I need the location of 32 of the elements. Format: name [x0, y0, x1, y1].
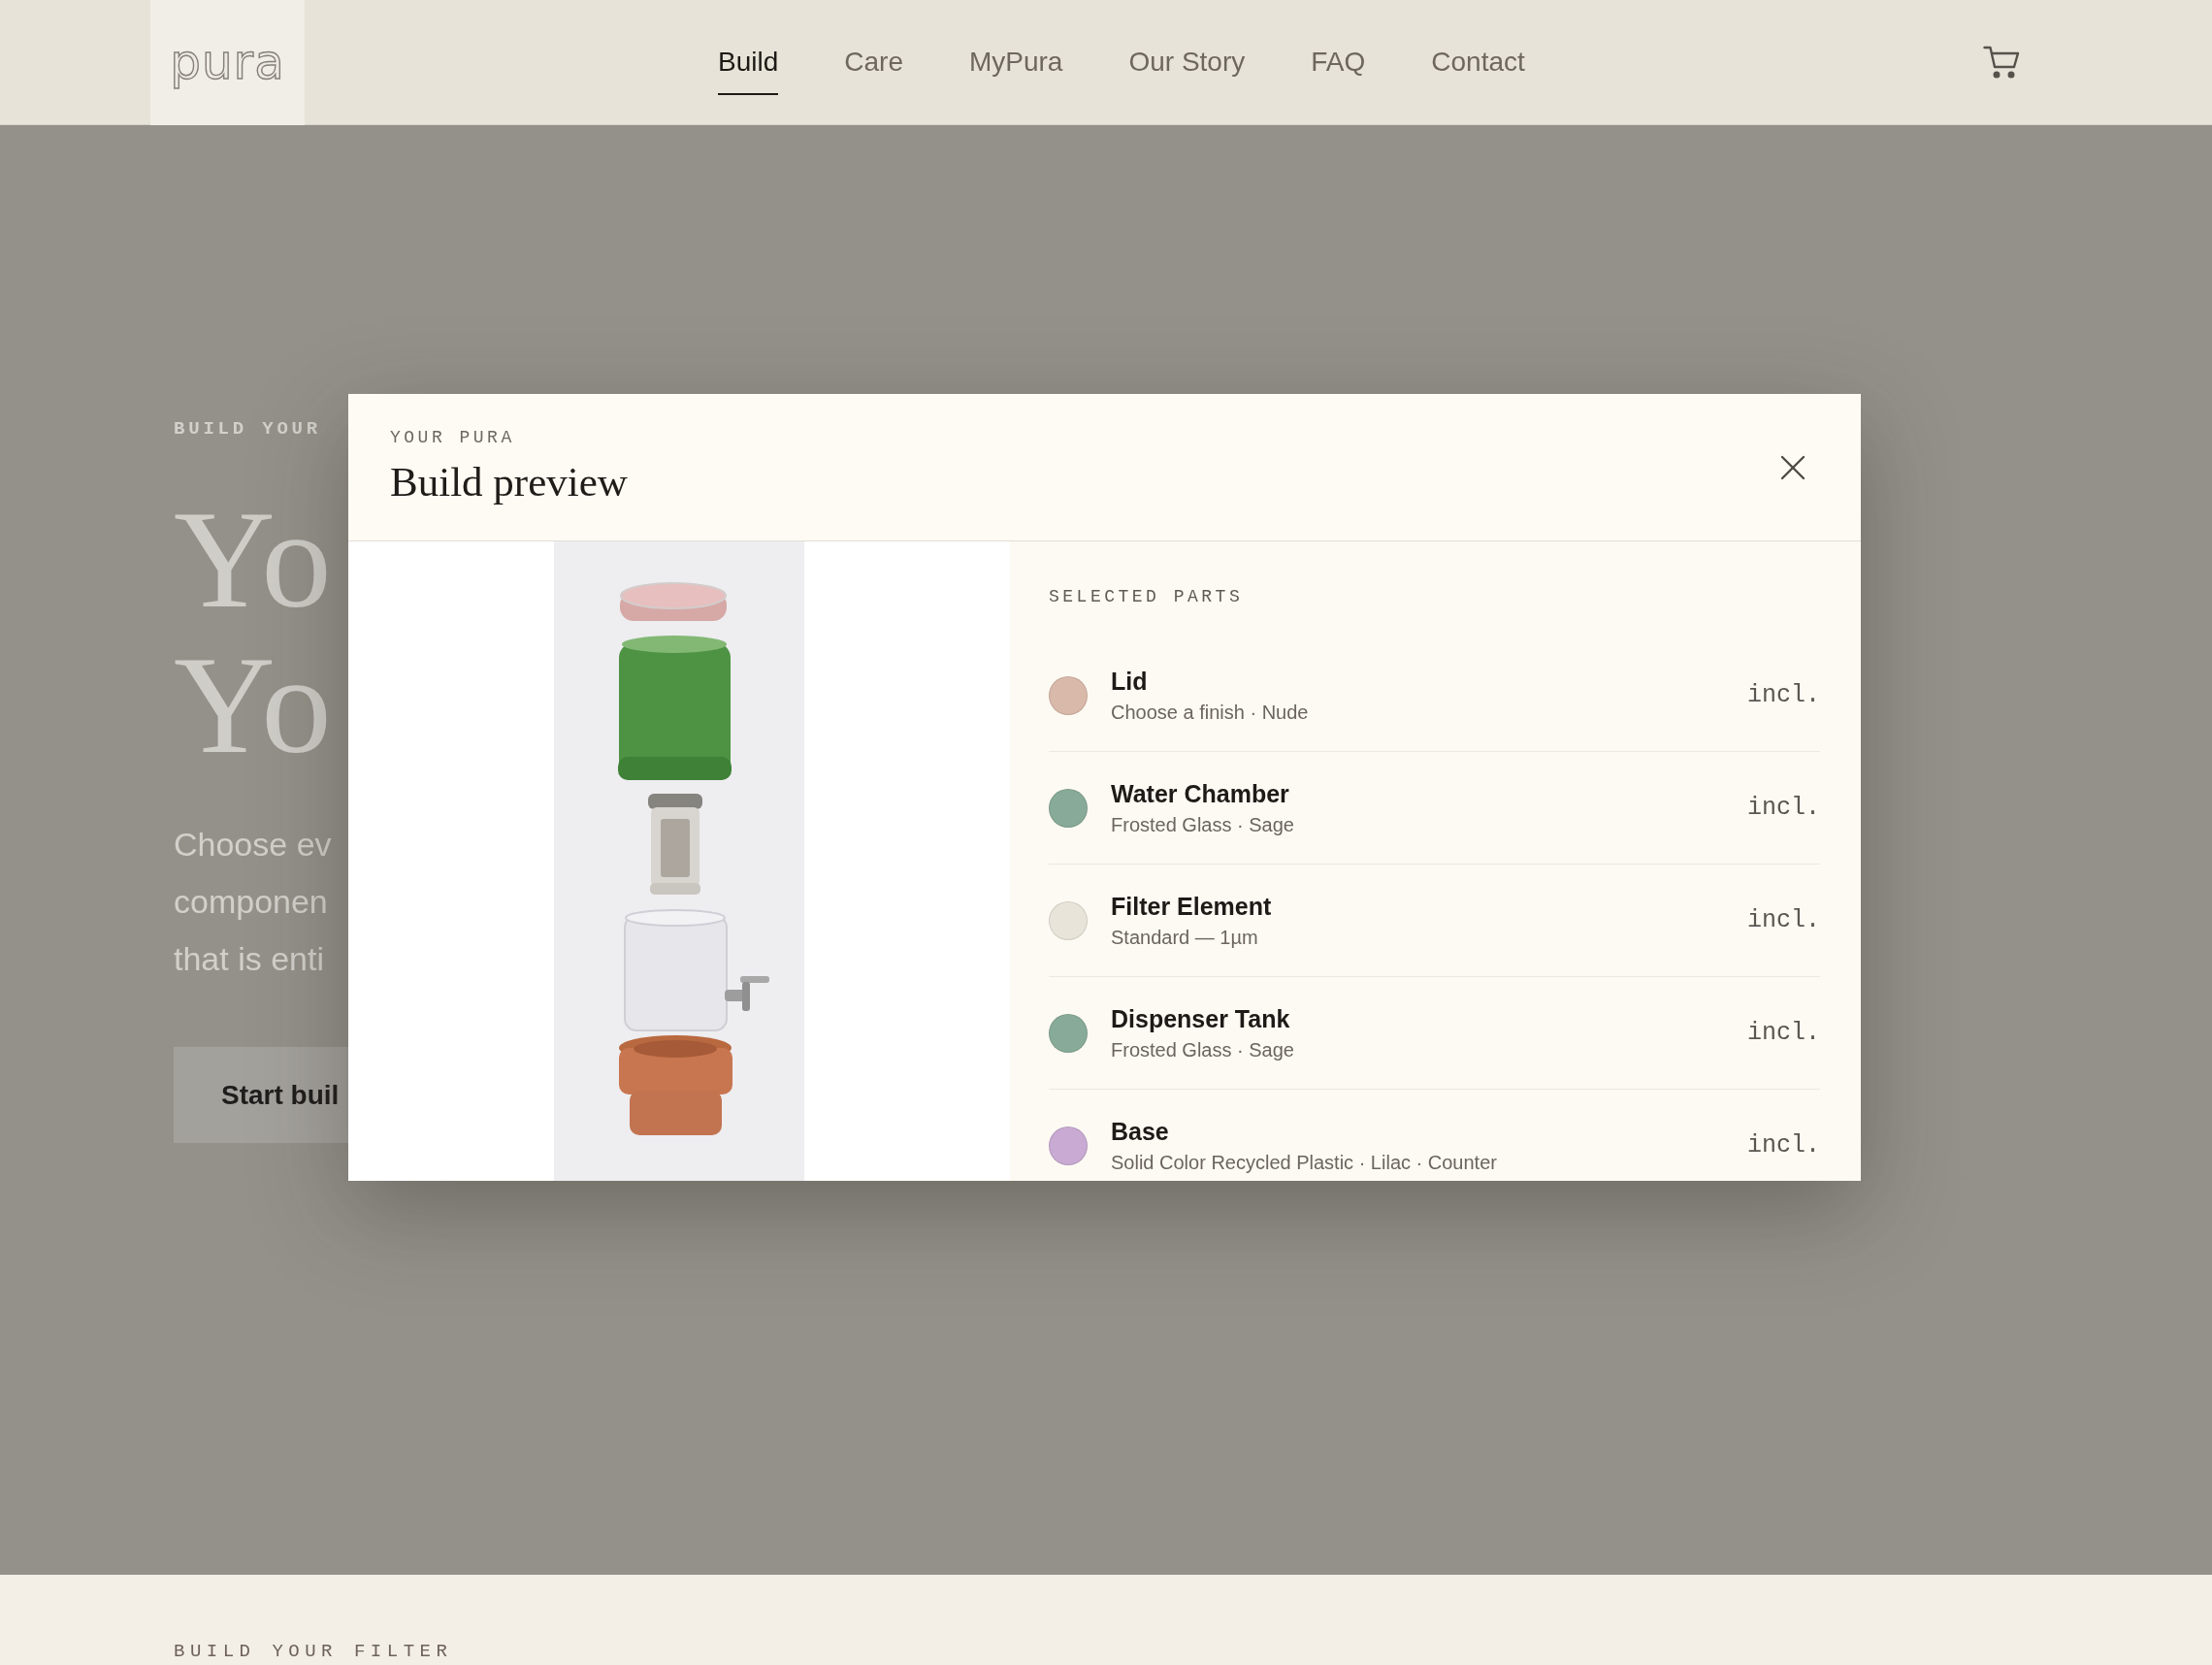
hero-paragraph: Choose ev componen that is enti [174, 825, 332, 979]
part-name: Dispenser Tank [1111, 1004, 1290, 1034]
part-detail: Standard — 1µm [1111, 926, 1258, 950]
nav-link[interactable]: Contact [1431, 29, 1525, 95]
part-detail: Choose a finish · Nude [1111, 701, 1309, 725]
part-name: Filter Element [1111, 892, 1272, 922]
dialog-title: Build preview [390, 457, 628, 506]
parts-heading: SELECTED PARTS [1049, 586, 1244, 608]
part-name: Base [1111, 1117, 1169, 1147]
hero-heading: Yo Yo [174, 486, 332, 777]
logo[interactable]: pura [150, 0, 305, 125]
part-detail: Frosted Glass · Sage [1111, 813, 1294, 837]
nav-link[interactable]: Build [718, 29, 779, 95]
cart-icon[interactable] [1983, 45, 2020, 80]
nav-link[interactable]: MyPura [968, 29, 1063, 95]
hero-eyebrow: BUILD YOUR [174, 418, 322, 440]
nav-link[interactable]: Care [844, 29, 903, 95]
nav-link[interactable]: Our Story [1128, 29, 1246, 95]
part-name: Water Chamber [1111, 779, 1289, 809]
part-detail: Solid Color Recycled Plastic · Lilac · Counter [1111, 1151, 1497, 1175]
part-price: incl. [1747, 905, 1820, 935]
start-button[interactable]: Start buil [174, 1047, 348, 1143]
part-price: incl. [1747, 1130, 1820, 1160]
part-name: Lid [1111, 667, 1148, 697]
part-price: incl. [1747, 793, 1820, 823]
part-price: incl. [1747, 1018, 1820, 1048]
section-eyebrow: BUILD YOUR FILTER [174, 1641, 454, 1662]
part-price: incl. [1747, 680, 1820, 710]
nav-link[interactable]: FAQ [1311, 29, 1366, 95]
part-detail: Frosted Glass · Sage [1111, 1038, 1294, 1062]
dialog-eyebrow: YOUR PURA [390, 427, 515, 447]
close-icon[interactable] [1780, 454, 1805, 480]
